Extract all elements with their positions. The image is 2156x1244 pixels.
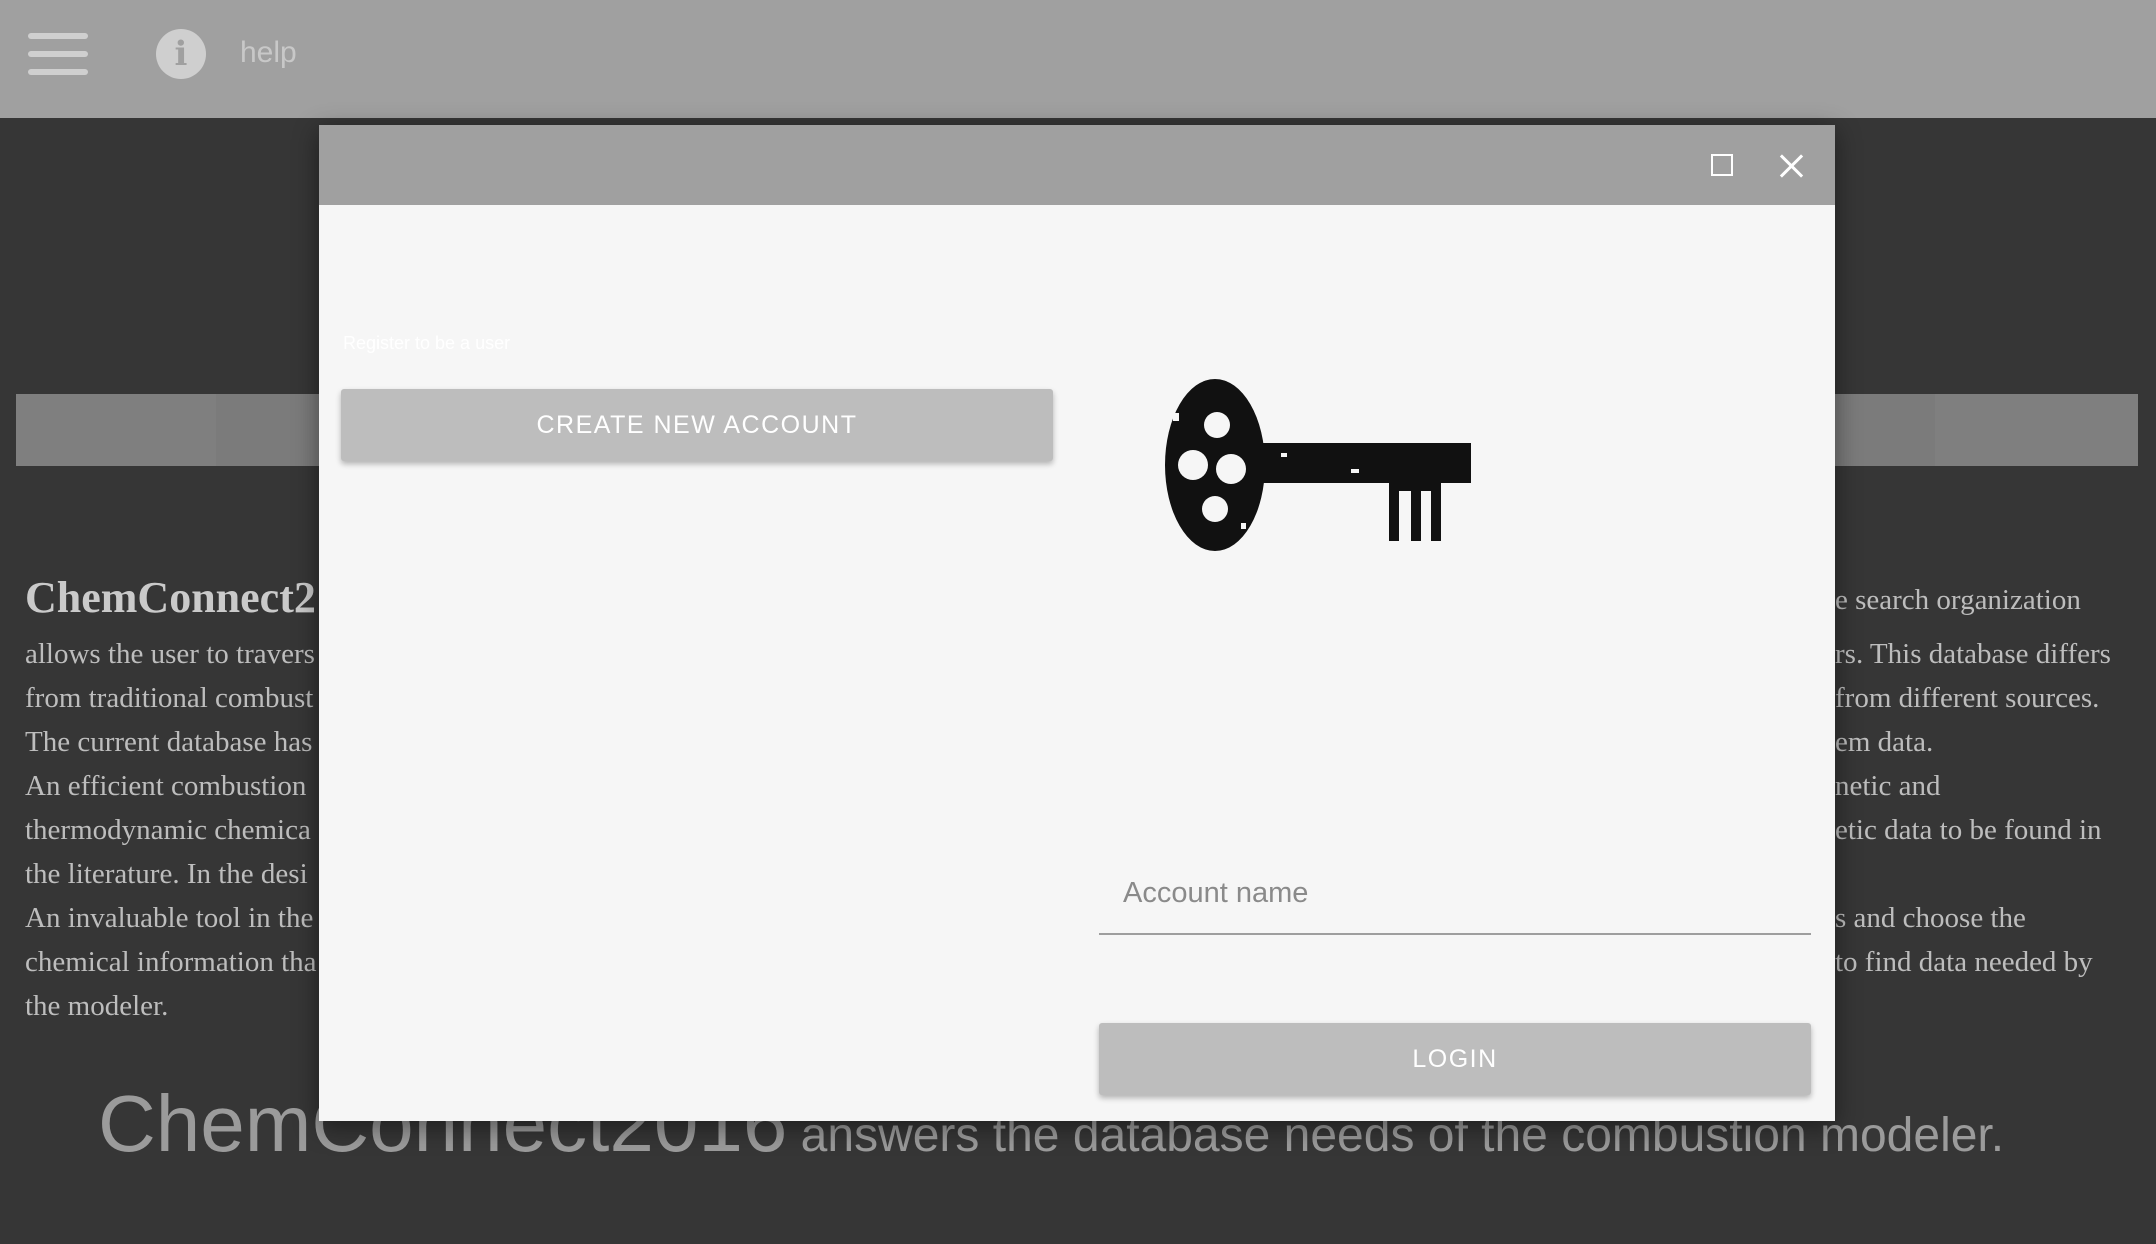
background-text: An efficient combustion	[25, 770, 307, 802]
background-title: ChemConnect2	[25, 573, 316, 622]
background-text: An invaluable tool in the	[25, 902, 314, 934]
info-icon[interactable]: i	[156, 29, 206, 79]
hamburger-menu-icon[interactable]	[28, 33, 88, 75]
login-button[interactable]: LOGIN	[1099, 1023, 1811, 1095]
background-text: e search organization	[1835, 584, 2081, 616]
background-text: allows the user to travers	[25, 638, 315, 670]
background-text: the literature. In the desi	[25, 858, 308, 890]
key-icon	[1165, 379, 1471, 551]
register-hint: Register to be a user	[343, 333, 511, 353]
background-text: rs. This database differs	[1835, 638, 2111, 670]
dialog-header	[319, 125, 1835, 205]
background-text: the modeler.	[25, 990, 169, 1022]
background-text: s and choose the	[1835, 902, 2026, 934]
create-account-button[interactable]: CREATE NEW ACCOUNT	[341, 389, 1053, 461]
background-text: netic and	[1835, 770, 1941, 802]
help-link[interactable]: help	[240, 36, 297, 70]
maximize-icon[interactable]	[1711, 154, 1733, 176]
background-banner-segment	[16, 394, 216, 466]
background-text: thermodynamic chemica	[25, 814, 311, 846]
background-text: to find data needed by	[1835, 946, 2093, 978]
background-text: etic data to be found in	[1835, 814, 2102, 846]
background-text: from different sources.	[1835, 682, 2100, 714]
account-name-field[interactable]	[1099, 843, 1811, 935]
background-text: The current database has	[25, 726, 313, 758]
background-banner-segment	[1935, 394, 2138, 466]
app-bar: i help	[0, 0, 2156, 118]
login-dialog: Register to be a user CREATE NEW ACCOUNT…	[319, 125, 1835, 1121]
background-text: chemical information tha	[25, 946, 317, 978]
background-text: from traditional combust	[25, 682, 314, 714]
close-icon[interactable]	[1779, 153, 1805, 179]
background-text: em data.	[1835, 726, 1934, 758]
account-name-input[interactable]	[1121, 876, 1785, 911]
